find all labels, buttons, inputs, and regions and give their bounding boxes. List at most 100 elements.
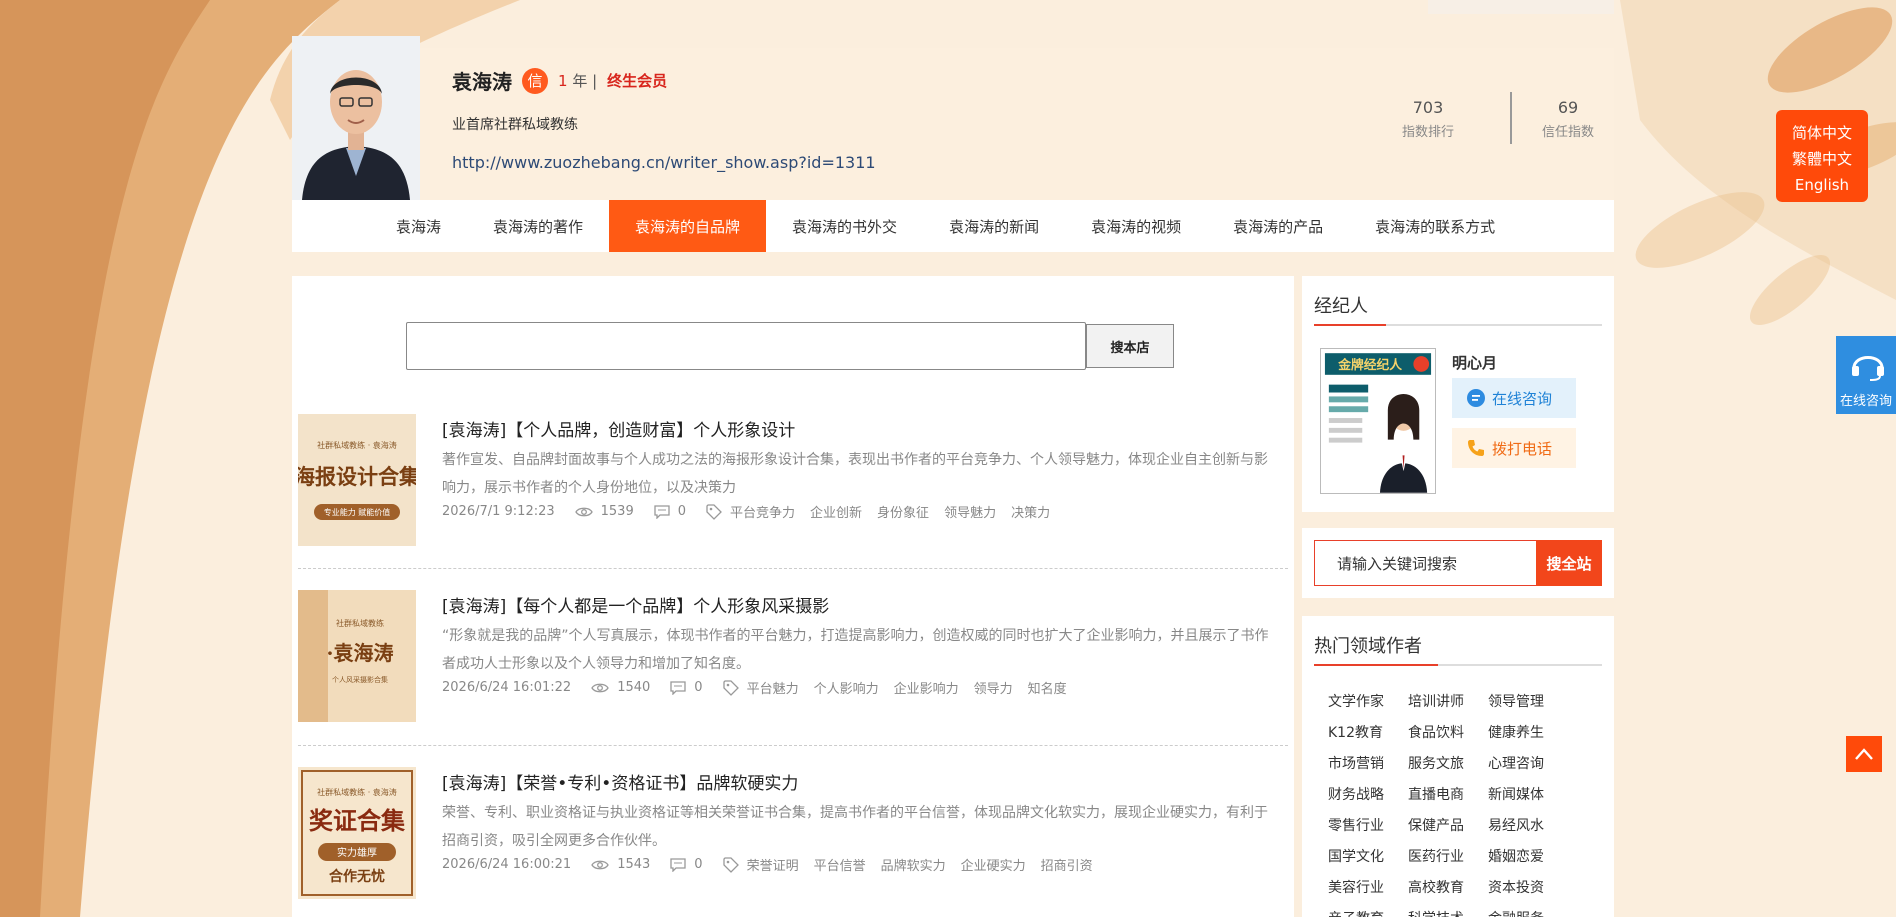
tag-icon [722, 856, 739, 873]
verified-badge: 信 [522, 67, 548, 94]
comment-icon [670, 680, 686, 695]
hot-tag[interactable]: 高校教育 [1408, 878, 1488, 899]
article-tag[interactable]: 个人影响力 [814, 678, 879, 697]
hot-tag[interactable]: 婚姻恋爱 [1488, 847, 1568, 868]
article-tag[interactable]: 领导魅力 [944, 502, 996, 521]
views-icon [591, 859, 609, 871]
svg-text:社群私域教练 · 袁海涛: 社群私域教练 · 袁海涛 [317, 440, 397, 450]
article-item[interactable]: 社群私域教练 ·袁海涛 个人风采摄影合集 [袁海涛]【每个人都是一个品牌】个人形… [298, 590, 1288, 768]
article-tag[interactable]: 决策力 [1011, 502, 1050, 521]
article-title[interactable]: [袁海涛]【每个人都是一个品牌】个人形象风采摄影 [442, 592, 829, 617]
agent-heading: 经纪人 [1314, 296, 1368, 317]
article-desc: 荣誉、专利、职业资格证与执业资格证等相关荣誉证书合集，提高书作者的平台信誉，体现… [442, 805, 1268, 849]
article-desc: “形象就是我的品牌”个人写真展示，体现书作者的平台魅力，打造提高影响力，创造权威… [442, 628, 1269, 672]
article-comments: 0 [694, 680, 703, 695]
article-cover-image[interactable]: 社群私域教练 · 袁海涛 奖证合集 实力雄厚 合作无忧 [298, 767, 416, 899]
article-date: 2026/7/1 9:12:23 [442, 504, 555, 519]
article-tag[interactable]: 知名度 [1028, 678, 1067, 697]
hot-tag[interactable]: 心理咨询 [1488, 754, 1568, 775]
tag-icon [722, 679, 739, 696]
svg-text:社群私域教练 · 袁海涛: 社群私域教练 · 袁海涛 [317, 787, 397, 797]
article-tag[interactable]: 企业影响力 [894, 678, 959, 697]
nav-book-diplomacy[interactable]: 袁海涛的书外交 [766, 200, 923, 252]
call-phone-button[interactable]: 拨打电话 [1452, 428, 1576, 468]
nav-news[interactable]: 袁海涛的新闻 [923, 200, 1065, 252]
article-views: 1543 [617, 857, 651, 872]
article-tag[interactable]: 企业硬实力 [961, 855, 1026, 874]
site-search-button[interactable]: 搜全站 [1536, 540, 1602, 586]
hot-tag[interactable]: 服务文旅 [1408, 754, 1488, 775]
hot-tag[interactable]: 国学文化 [1328, 847, 1408, 868]
article-views: 1540 [617, 680, 651, 695]
hot-tag[interactable]: 财务战略 [1328, 785, 1408, 806]
nav-home[interactable]: 袁海涛 [370, 200, 467, 252]
hot-tag[interactable]: 食品饮料 [1408, 723, 1488, 744]
author-url-link[interactable]: http://www.zuozhebang.cn/writer_show.asp… [452, 153, 876, 172]
hot-fields-panel: 热门领域作者 文学作家 培训讲师 领导管理 K12教育 食品饮料 健康养生 市场… [1302, 616, 1614, 917]
lang-traditional[interactable]: 繁體中文 [1776, 146, 1868, 172]
hot-tags-grid: 文学作家 培训讲师 领导管理 K12教育 食品饮料 健康养生 市场营销 服务文旅… [1328, 692, 1568, 917]
article-cover-image[interactable]: 社群私域教练 · 袁海涛 海报设计合集 专业能力 赋能价值 [298, 414, 416, 546]
article-comments: 0 [694, 857, 703, 872]
language-switcher: 简体中文 繁體中文 English [1776, 110, 1868, 202]
article-title[interactable]: [袁海涛]【荣誉•专利•资格证书】品牌软硬实力 [442, 769, 798, 794]
hot-tag[interactable]: 亲子教育 [1328, 909, 1408, 917]
article-tag[interactable]: 招商引资 [1041, 855, 1093, 874]
article-tag[interactable]: 平台信誉 [814, 855, 866, 874]
heading-underline [1314, 324, 1602, 326]
online-consult-float[interactable]: 在线咨询 [1836, 336, 1896, 414]
nav-products[interactable]: 袁海涛的产品 [1207, 200, 1349, 252]
nav-works[interactable]: 袁海涛的著作 [467, 200, 609, 252]
hot-tag[interactable]: 培训讲师 [1408, 692, 1488, 713]
article-tag[interactable]: 领导力 [974, 678, 1013, 697]
article-desc: 著作宣发、自品牌封面故事与个人成功之法的海报形象设计合集，表现出书作者的平台竞争… [442, 452, 1268, 496]
nav-contact[interactable]: 袁海涛的联系方式 [1349, 200, 1521, 252]
hot-tag[interactable]: 市场营销 [1328, 754, 1408, 775]
hot-tag[interactable]: 直播电商 [1408, 785, 1488, 806]
hot-tag[interactable]: 美容行业 [1328, 878, 1408, 899]
article-tag[interactable]: 平台魅力 [747, 678, 799, 697]
svg-text:·袁海涛: ·袁海涛 [327, 641, 394, 665]
nav-self-brand[interactable]: 袁海涛的自品牌 [609, 200, 767, 252]
nav-videos[interactable]: 袁海涛的视频 [1065, 200, 1207, 252]
member-level: 终生会员 [607, 72, 668, 90]
article-tag[interactable]: 荣誉证明 [747, 855, 799, 874]
phone-icon [1468, 440, 1484, 456]
article-tag[interactable]: 品牌软实力 [881, 855, 946, 874]
article-tag[interactable]: 身份象征 [877, 502, 929, 521]
article-tag[interactable]: 企业创新 [810, 502, 862, 521]
stat-trust: 69 信任指数 [1542, 98, 1595, 140]
article-tag[interactable]: 平台竞争力 [730, 502, 795, 521]
hot-tag[interactable]: 文学作家 [1328, 692, 1408, 713]
article-item[interactable]: 社群私域教练 · 袁海涛 奖证合集 实力雄厚 合作无忧 [袁海涛]【荣誉•专利•… [298, 767, 1288, 917]
agent-card-image[interactable]: 金牌经纪人 [1320, 348, 1436, 494]
hot-tag[interactable]: 资本投资 [1488, 878, 1568, 899]
article-views: 1539 [600, 504, 634, 519]
hot-tag[interactable]: 新闻媒体 [1488, 785, 1568, 806]
article-item[interactable]: 社群私域教练 · 袁海涛 海报设计合集 专业能力 赋能价值 [袁海涛]【个人品牌… [298, 414, 1288, 592]
hot-tag[interactable]: 零售行业 [1328, 816, 1408, 837]
hot-tag[interactable]: 科学技术 [1408, 909, 1488, 917]
lang-simplified[interactable]: 简体中文 [1776, 120, 1868, 146]
back-to-top-button[interactable] [1846, 736, 1882, 772]
hot-tag[interactable]: 保健产品 [1408, 816, 1488, 837]
hot-tag[interactable]: 医药行业 [1408, 847, 1488, 868]
online-consult-button[interactable]: 在线咨询 [1452, 378, 1576, 418]
site-search-input[interactable]: 请输入关键词搜索 [1314, 540, 1536, 586]
svg-text:海报设计合集: 海报设计合集 [298, 464, 416, 489]
hot-tag[interactable]: 金融服务 [1488, 909, 1568, 917]
lang-english[interactable]: English [1776, 172, 1868, 198]
shop-search-input[interactable] [406, 322, 1086, 370]
views-icon [574, 506, 593, 518]
comment-icon [670, 857, 686, 872]
article-cover-image[interactable]: 社群私域教练 ·袁海涛 个人风采摄影合集 [298, 590, 416, 722]
hot-tag[interactable]: 健康养生 [1488, 723, 1568, 744]
site-search-panel: 请输入关键词搜索 搜全站 [1302, 528, 1614, 598]
hot-tag[interactable]: 易经风水 [1488, 816, 1568, 837]
article-title[interactable]: [袁海涛]【个人品牌，创造财富】个人形象设计 [442, 416, 795, 441]
author-profile-header: 袁海涛 信 1 年 | 终生会员 业首席社群私域教练 http://www.zu… [292, 36, 1614, 200]
article-comments: 0 [677, 504, 687, 519]
shop-search-button[interactable]: 搜本店 [1086, 324, 1174, 368]
hot-tag[interactable]: 领导管理 [1488, 692, 1568, 713]
hot-tag[interactable]: K12教育 [1328, 723, 1408, 744]
